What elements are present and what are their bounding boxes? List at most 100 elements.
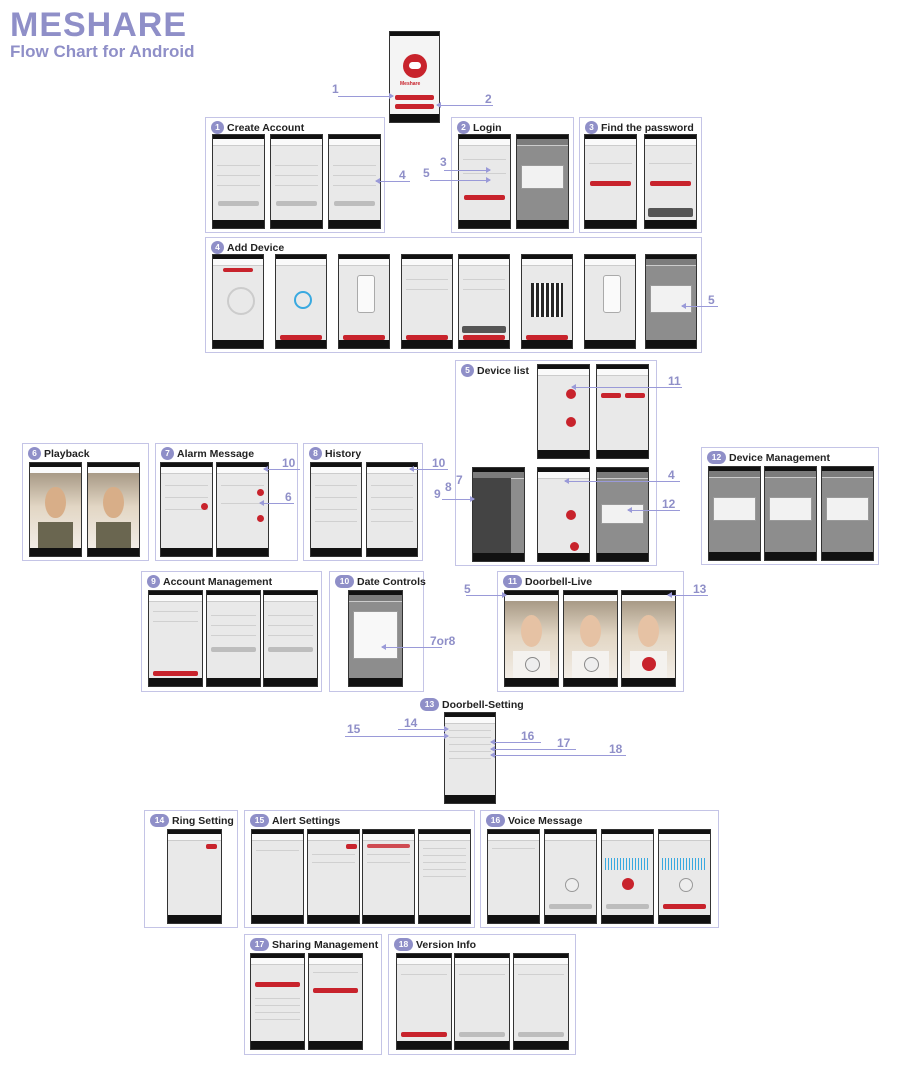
screen-alert-days <box>418 829 471 924</box>
waveform-icon <box>661 858 708 870</box>
screen-device-list-menu <box>596 364 649 459</box>
send-button[interactable] <box>650 181 691 186</box>
panel-device-list: 5 Device list <box>455 360 657 566</box>
section-badge: 17 <box>250 938 269 951</box>
flowchart-header: MESHARE Flow Chart for Android <box>10 8 194 60</box>
arrow-label-13: 13 <box>693 582 707 596</box>
ring-toggle[interactable] <box>206 844 217 849</box>
meshare-logo-icon <box>403 54 427 78</box>
device-options-dialog <box>601 504 644 524</box>
screen-version-checking <box>454 953 510 1050</box>
screen-side-menu <box>472 467 525 562</box>
section-title: Voice Message <box>508 814 583 827</box>
panel-device-management: 12 Device Management <box>701 447 879 565</box>
arrow-label-10b: 10 <box>432 456 446 470</box>
panel-date-controls: 10 Date Controls <box>329 571 426 692</box>
section-title: Alarm Message <box>177 447 255 460</box>
arrow-label-11: 11 <box>668 374 681 388</box>
arrow-history-to-date <box>409 466 448 472</box>
record-button[interactable] <box>622 878 634 890</box>
panel-history: 8 History <box>303 443 423 561</box>
screen-version-latest <box>513 953 569 1050</box>
screen-edit-password-error <box>263 590 318 687</box>
check-update-button[interactable] <box>401 1032 447 1037</box>
arrow-label-15: 15 <box>347 722 361 736</box>
screen-create-account-error <box>328 134 381 229</box>
screen-account <box>148 590 203 687</box>
splash-screen: Meshare <box>389 31 440 123</box>
screen-doorbell-setting <box>444 712 496 804</box>
screen-edit-password <box>206 590 261 687</box>
arrow-device-to-add <box>564 478 680 484</box>
arrow-alarm-to-playback <box>259 500 294 506</box>
arrow-create-to-add-device <box>375 178 410 184</box>
panel-login: 2 Login <box>451 117 574 233</box>
screen-login <box>458 134 511 229</box>
screen-live-view <box>504 590 559 687</box>
arrow-label-9: 9 <box>434 487 441 501</box>
section-title: Device list <box>477 364 529 377</box>
screen-device-list <box>537 364 590 459</box>
section-title: Doorbell-Setting <box>442 698 524 711</box>
section-badge: 6 <box>28 447 41 460</box>
section-title: Ring Setting <box>172 814 234 827</box>
screen-history-detail <box>366 462 418 557</box>
screen-ring-setting <box>167 829 222 924</box>
section-badge: 1 <box>211 121 224 134</box>
play-button[interactable] <box>663 904 706 909</box>
arrow-ring <box>398 726 449 732</box>
panel-alarm-message: 7 Alarm Message <box>155 443 298 561</box>
login-button[interactable] <box>395 104 434 109</box>
talk-button[interactable] <box>642 657 656 671</box>
panel-voice-message: 16 Voice Message <box>480 810 719 928</box>
arrow-label-2: 2 <box>485 92 492 106</box>
arrow-add-device-done <box>681 303 718 309</box>
screen-alert-time <box>362 829 415 924</box>
arrow-label-18: 18 <box>609 742 623 756</box>
save-button[interactable] <box>268 647 313 652</box>
panel-version-info: 18 Version Info <box>388 934 576 1055</box>
arrow-sharing <box>490 746 576 752</box>
screen-live-talking <box>621 590 676 687</box>
send-button[interactable] <box>590 181 631 186</box>
screen-voice-idle <box>544 829 597 924</box>
waveform-icon <box>604 858 651 870</box>
date-picker-dialog[interactable] <box>353 611 398 659</box>
log-out-button[interactable] <box>153 671 198 676</box>
screen-date-picker <box>348 590 403 687</box>
submit-button[interactable] <box>276 201 317 206</box>
panel-sharing-management: 17 Sharing Management <box>244 934 382 1055</box>
panel-account-management: 9 Account Management <box>141 571 322 692</box>
screen-qr-code <box>521 254 573 349</box>
arrow-label-5: 5 <box>423 166 430 180</box>
submit-button[interactable] <box>218 201 259 206</box>
panel-create-account: 1 Create Account <box>205 117 385 233</box>
arrow-live-from-list <box>466 592 507 598</box>
section-badge: 10 <box>335 575 354 588</box>
submit-button[interactable] <box>334 201 375 206</box>
arrow-version <box>490 752 626 758</box>
panel-ring-setting: 14 Ring Setting <box>144 810 238 928</box>
screen-sharing-toggle <box>308 953 363 1050</box>
app-title: MESHARE <box>10 6 188 44</box>
screen-voice-recorded <box>658 829 711 924</box>
arrow-label-7: 7 <box>456 473 463 487</box>
section-badge: 9 <box>147 575 160 588</box>
arrow-label-7or8: 7or8 <box>430 634 456 648</box>
create-account-button[interactable] <box>395 95 434 100</box>
screen-history-list <box>310 462 362 557</box>
section-badge: 8 <box>309 447 322 460</box>
arrow-live-to-setting <box>667 592 708 598</box>
screen-rename-device <box>708 466 761 561</box>
section-badge: 12 <box>707 451 726 464</box>
section-badge: 5 <box>461 364 474 377</box>
section-badge: 13 <box>420 698 439 711</box>
section-badge: 18 <box>394 938 413 951</box>
section-title: Find the password <box>601 121 694 134</box>
screen-voice-recording <box>601 829 654 924</box>
arrow-alert <box>345 733 449 739</box>
save-button[interactable] <box>211 647 256 652</box>
login-submit-button[interactable] <box>464 195 505 200</box>
screen-playback-playing <box>87 462 140 557</box>
section-title: Create Account <box>227 121 305 134</box>
